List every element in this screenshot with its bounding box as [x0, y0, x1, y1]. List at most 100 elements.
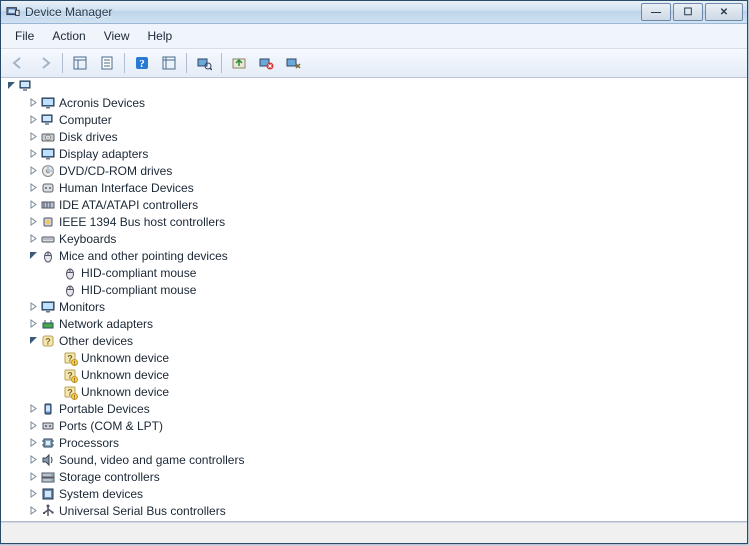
- help-button[interactable]: ?: [129, 51, 155, 75]
- category-label: Ports (COM & LPT): [59, 418, 163, 434]
- properties-button[interactable]: [94, 51, 120, 75]
- tree-category[interactable]: Acronis Devices: [27, 94, 747, 111]
- titlebar[interactable]: Device Manager — ☐ ✕: [1, 1, 747, 24]
- expander-icon[interactable]: [27, 182, 39, 194]
- tree-category[interactable]: IEEE 1394 Bus host controllers: [27, 213, 747, 230]
- tree-device[interactable]: Unknown device: [49, 383, 747, 400]
- category-label: Portable Devices: [59, 401, 150, 417]
- export-button[interactable]: [156, 51, 182, 75]
- expander-icon[interactable]: [27, 233, 39, 245]
- usb-icon: [40, 503, 56, 519]
- category-label: DVD/CD-ROM drives: [59, 163, 172, 179]
- tree-category[interactable]: Network adapters: [27, 315, 747, 332]
- svg-text:?: ?: [139, 58, 145, 70]
- menu-action[interactable]: Action: [44, 27, 93, 45]
- expander-icon[interactable]: [27, 131, 39, 143]
- content-area: Acronis Devices Computer Disk drives Dis…: [1, 78, 747, 522]
- device-label: Unknown device: [81, 367, 169, 383]
- device-label: Unknown device: [81, 350, 169, 366]
- category-label: Network adapters: [59, 316, 153, 332]
- maximize-button[interactable]: ☐: [673, 3, 703, 21]
- tree-category[interactable]: Sound, video and game controllers: [27, 451, 747, 468]
- tree-category[interactable]: Monitors: [27, 298, 747, 315]
- tree-category[interactable]: Portable Devices: [27, 400, 747, 417]
- expander-icon[interactable]: [27, 97, 39, 109]
- category-label: Display adapters: [59, 146, 148, 162]
- tree-category[interactable]: Mice and other pointing devices: [27, 247, 747, 264]
- tree-root-node[interactable]: [5, 78, 747, 94]
- mouse-icon: [40, 248, 56, 264]
- category-label: Acronis Devices: [59, 95, 145, 111]
- category-label: IEEE 1394 Bus host controllers: [59, 214, 225, 230]
- scan-hardware-button[interactable]: [191, 51, 217, 75]
- category-label: Storage controllers: [59, 469, 160, 485]
- tree-device[interactable]: HID-compliant mouse: [49, 264, 747, 281]
- menu-help[interactable]: Help: [140, 27, 181, 45]
- minimize-button[interactable]: —: [641, 3, 671, 21]
- tree-category[interactable]: Keyboards: [27, 230, 747, 247]
- expander-icon[interactable]: [27, 488, 39, 500]
- expander-icon[interactable]: [5, 80, 17, 92]
- expander-icon[interactable]: [27, 437, 39, 449]
- expander-icon[interactable]: [27, 250, 39, 262]
- expander-icon[interactable]: [27, 403, 39, 415]
- menu-file[interactable]: File: [7, 27, 42, 45]
- tree-category[interactable]: Human Interface Devices: [27, 179, 747, 196]
- category-label: Other devices: [59, 333, 133, 349]
- menu-view[interactable]: View: [96, 27, 138, 45]
- expander-icon[interactable]: [27, 318, 39, 330]
- tree-category[interactable]: Storage controllers: [27, 468, 747, 485]
- monitor-icon: [40, 95, 56, 111]
- tree-category[interactable]: Display adapters: [27, 145, 747, 162]
- tree-category[interactable]: Computer: [27, 111, 747, 128]
- window-controls: — ☐ ✕: [641, 3, 743, 21]
- expander-icon[interactable]: [27, 505, 39, 517]
- device-tree[interactable]: Acronis Devices Computer Disk drives Dis…: [1, 78, 747, 521]
- uninstall-button[interactable]: [253, 51, 279, 75]
- mouse-icon: [62, 265, 78, 281]
- device-label: HID-compliant mouse: [81, 265, 196, 281]
- tree-category[interactable]: Disk drives: [27, 128, 747, 145]
- tree-category[interactable]: System devices: [27, 485, 747, 502]
- tree-category[interactable]: Other devices: [27, 332, 747, 349]
- ports-icon: [40, 418, 56, 434]
- expander-icon[interactable]: [27, 199, 39, 211]
- computer-icon: [40, 112, 56, 128]
- tree-device[interactable]: HID-compliant mouse: [49, 281, 747, 298]
- expander-icon[interactable]: [27, 165, 39, 177]
- toolbar-separator: [124, 53, 125, 73]
- category-label: Keyboards: [59, 231, 116, 247]
- disable-button[interactable]: [280, 51, 306, 75]
- tree-category[interactable]: Ports (COM & LPT): [27, 417, 747, 434]
- expander-icon[interactable]: [27, 216, 39, 228]
- expander-icon[interactable]: [27, 471, 39, 483]
- system-icon: [40, 486, 56, 502]
- category-label: IDE ATA/ATAPI controllers: [59, 197, 198, 213]
- keyboard-icon: [40, 231, 56, 247]
- menubar: File Action View Help: [1, 24, 747, 49]
- expander-icon[interactable]: [27, 335, 39, 347]
- network-icon: [40, 316, 56, 332]
- update-driver-button[interactable]: [226, 51, 252, 75]
- unknown-icon: [62, 384, 78, 400]
- tree-category[interactable]: DVD/CD-ROM drives: [27, 162, 747, 179]
- tree-device[interactable]: Unknown device: [49, 366, 747, 383]
- tree-category[interactable]: Universal Serial Bus controllers: [27, 502, 747, 519]
- forward-button: [32, 51, 58, 75]
- storage-icon: [40, 469, 56, 485]
- expander-icon[interactable]: [27, 301, 39, 313]
- tree-device[interactable]: Unknown device: [49, 349, 747, 366]
- device-label: Unknown device: [81, 384, 169, 400]
- show-hide-tree-button[interactable]: [67, 51, 93, 75]
- close-button[interactable]: ✕: [705, 3, 743, 21]
- monitor-icon: [40, 146, 56, 162]
- app-icon: [5, 4, 21, 20]
- tree-category[interactable]: Processors: [27, 434, 747, 451]
- expander-icon[interactable]: [27, 454, 39, 466]
- tree-category[interactable]: IDE ATA/ATAPI controllers: [27, 196, 747, 213]
- mouse-icon: [62, 282, 78, 298]
- expander-icon[interactable]: [27, 114, 39, 126]
- expander-icon[interactable]: [27, 420, 39, 432]
- device-label: HID-compliant mouse: [81, 282, 196, 298]
- expander-icon[interactable]: [27, 148, 39, 160]
